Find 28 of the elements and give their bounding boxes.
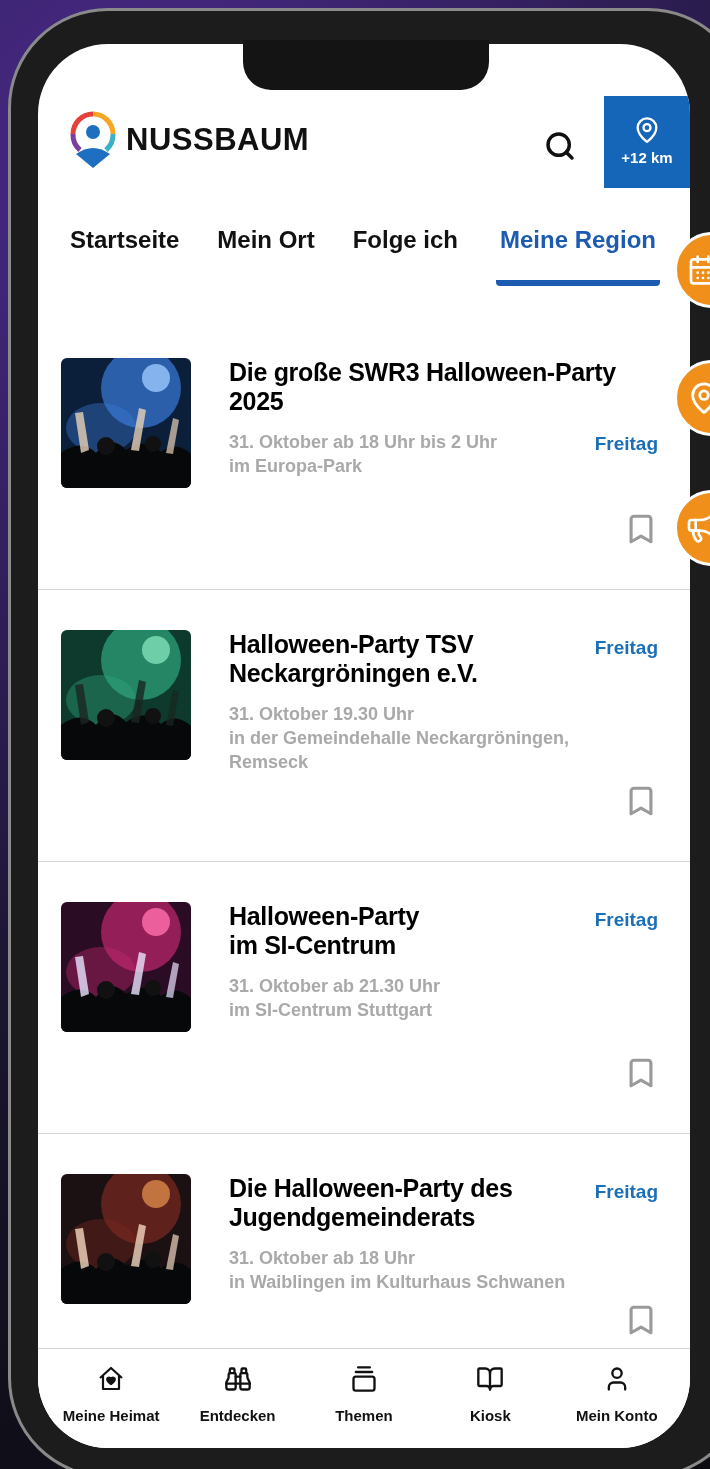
event-details: 31. Oktober 19.30 Uhr in der Gemeindehalle Neckargröningen, Remseck	[229, 703, 571, 774]
bottom-nav-item[interactable]: Entdecken	[177, 1365, 298, 1448]
event-day: Freitag	[594, 637, 658, 658]
nav-tab[interactable]: Mein Ort	[217, 204, 315, 286]
event-details: 31. Oktober ab 18 Uhr in Waiblingen im Kulturhaus Schwanen	[229, 1247, 567, 1294]
event-details: 31. Oktober ab 18 Uhr bis 2 Uhr im Europa-Park	[229, 431, 499, 478]
event-day: Freitag	[594, 909, 658, 930]
stack-icon	[349, 1365, 378, 1393]
event-day: Freitag	[594, 1181, 658, 1202]
radius-button[interactable]: +12 km	[604, 96, 690, 188]
event-day: Freitag	[594, 433, 658, 454]
bottom-nav-item[interactable]: Themen	[303, 1365, 424, 1448]
calendar-icon	[687, 254, 710, 286]
brand-name: NUSSBAUM	[126, 120, 310, 159]
binoculars-icon	[223, 1365, 252, 1393]
event-title[interactable]: Halloween-Party im SI-Centrum	[229, 902, 583, 960]
bottom-nav-item[interactable]: Kiosk	[430, 1365, 551, 1448]
event-details: 31. Oktober ab 21.30 Uhr im SI-Centrum Stuttgart	[229, 975, 442, 1022]
event-title[interactable]: Die große SWR3 Halloween-Party 2025	[229, 358, 658, 416]
nav-tab[interactable]: Folge ich	[352, 204, 458, 286]
nav-tab[interactable]: Meine Region	[496, 204, 660, 286]
bottom-nav-item[interactable]: Meine Heimat	[51, 1365, 172, 1448]
event-title[interactable]: Die Halloween-Party des Jugendgemeinderats	[229, 1174, 583, 1232]
book-icon	[476, 1365, 505, 1393]
bottom-nav-item[interactable]: Mein Konto	[556, 1365, 677, 1448]
event-title[interactable]: Halloween-Party TSV Neckargröningen e.V.	[229, 630, 583, 688]
logo-icon	[68, 110, 118, 170]
nav-tab[interactable]: Startseite	[70, 204, 180, 286]
